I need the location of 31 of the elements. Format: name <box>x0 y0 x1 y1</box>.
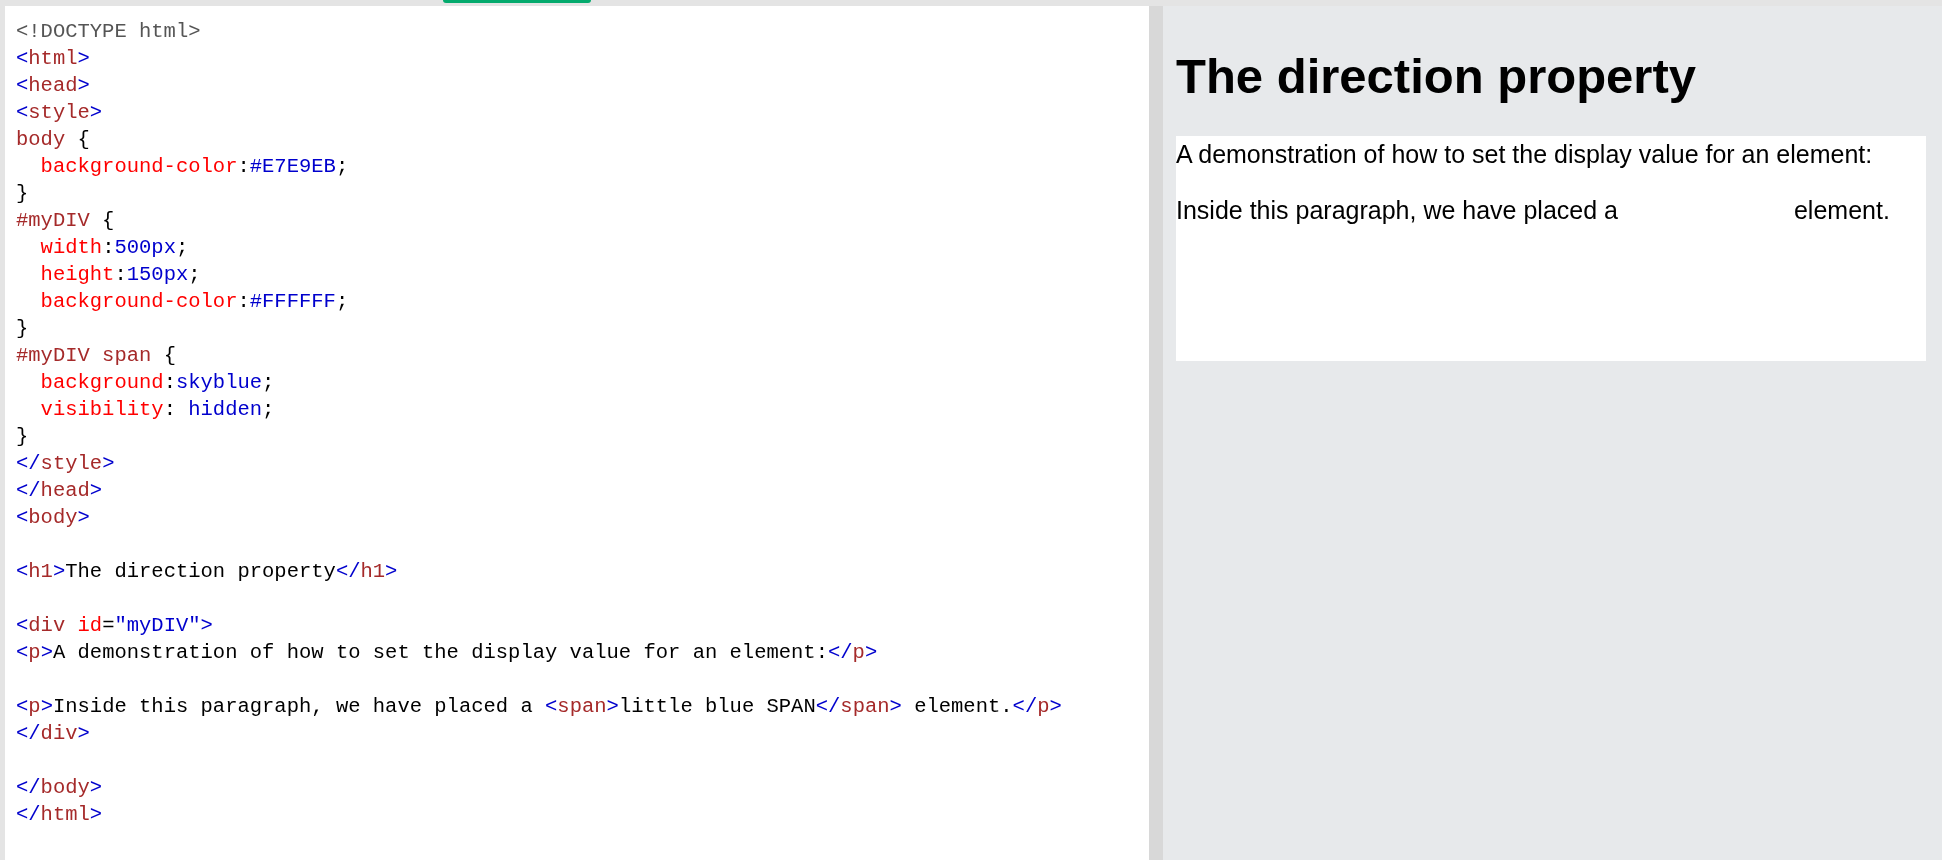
code-line: visibility: hidden; <box>39 397 275 423</box>
code-line: </div> <box>16 721 90 747</box>
code-line: <p>Inside this paragraph, we have placed a <span>little blue SPAN</span> element.</p> <box>16 694 1062 720</box>
code-line: <div id="myDIV"> <box>16 613 213 639</box>
code-line: </body> <box>16 775 103 801</box>
code-line: <style> <box>16 100 103 126</box>
code-line: <body> <box>16 505 90 531</box>
code-line: </head> <box>16 478 103 504</box>
page-heading: The direction property <box>1176 50 1696 102</box>
code-line: <html> <box>16 46 90 72</box>
code-line: } <box>16 424 29 450</box>
code-line: background-color:#FFFFFF; <box>39 289 349 315</box>
paragraph-text: element. <box>1793 195 1890 226</box>
code-line: background:skyblue; <box>39 370 275 396</box>
code-line: <head> <box>16 73 90 99</box>
paragraph-text: A demonstration of how to set the display value for an element: <box>1176 139 1873 170</box>
code-line: <p>A demonstration of how to set the display value for an element:</p> <box>16 640 878 666</box>
code-line: <!DOCTYPE html> <box>16 19 201 45</box>
code-editor[interactable] <box>5 6 1149 860</box>
code-line: body { <box>16 127 90 153</box>
code-line: width:500px; <box>39 235 189 261</box>
code-line: </html> <box>16 802 103 828</box>
code-line: height:150px; <box>39 262 201 288</box>
code-line: #myDIV span { <box>16 343 176 369</box>
code-line: background-color:#E7E9EB; <box>39 154 349 180</box>
code-line: #myDIV { <box>16 208 115 234</box>
code-line: } <box>16 181 29 207</box>
code-line: } <box>16 316 29 342</box>
code-line: <h1>The direction property</h1> <box>16 559 398 585</box>
code-line: </style> <box>16 451 115 477</box>
paragraph-text: Inside this paragraph, we have placed a <box>1176 195 1618 226</box>
